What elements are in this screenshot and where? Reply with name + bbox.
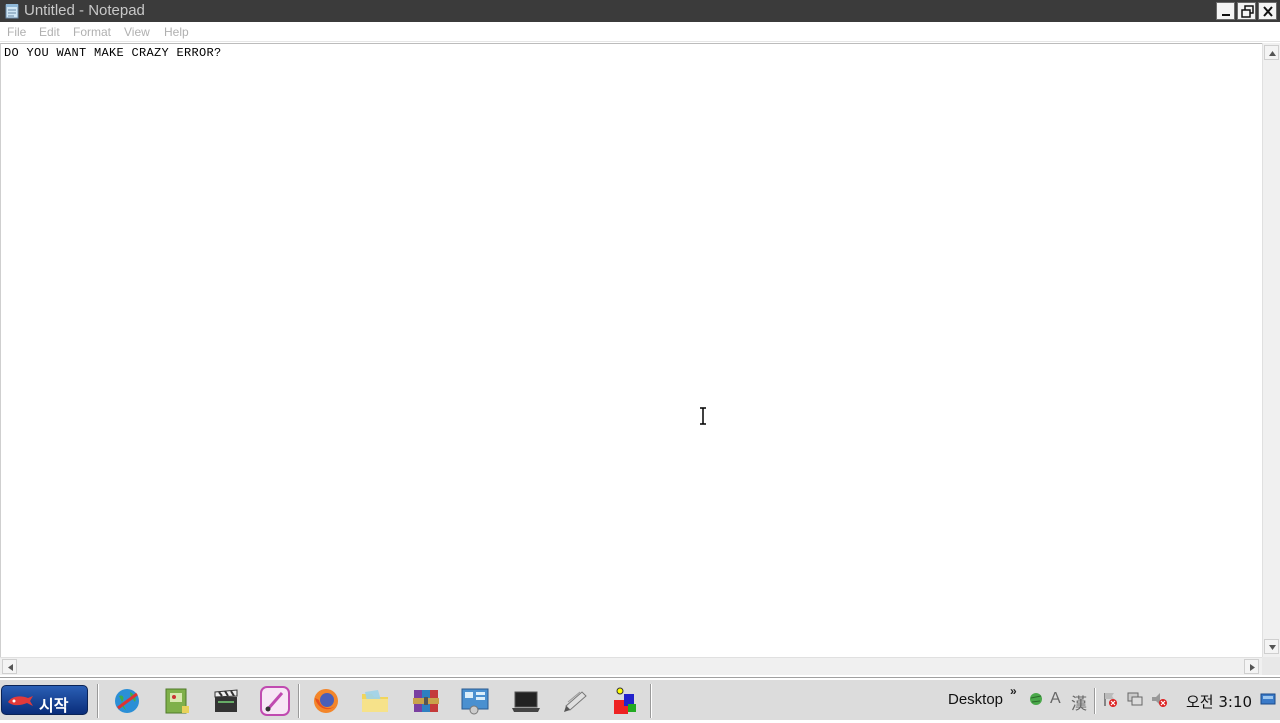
text-editor[interactable]: DO YOU WANT MAKE CRAZY ERROR? [0, 43, 1262, 657]
quicklaunch-folder-map[interactable] [160, 684, 194, 718]
window-title: Untitled - Notepad [24, 2, 145, 19]
quicklaunch-shapes[interactable] [608, 684, 642, 718]
title-bar[interactable]: Untitled - Notepad [0, 0, 1280, 22]
quicklaunch-globe[interactable] [110, 684, 144, 718]
text-cursor-icon [700, 407, 706, 425]
pen-icon [564, 691, 587, 712]
document-text: DO YOU WANT MAKE CRAZY ERROR? [4, 46, 222, 60]
vertical-scrollbar[interactable] [1262, 43, 1280, 657]
menu-bar: File Edit Format View Help [0, 22, 1280, 42]
notepad-icon [5, 3, 19, 19]
start-logo-icon [8, 696, 33, 706]
quicklaunch-paint[interactable] [258, 684, 292, 718]
menu-view[interactable]: View [124, 25, 150, 39]
arrow-down-icon [1269, 645, 1276, 650]
quicklaunch-laptop[interactable] [509, 684, 543, 718]
arrow-left-icon [8, 664, 13, 671]
minimize-icon [1222, 14, 1230, 16]
start-button[interactable]: 시작 [1, 685, 88, 715]
quicklaunch-firefox[interactable] [309, 684, 343, 718]
quicklaunch-clapperboard[interactable] [209, 684, 243, 718]
folder-map-icon [165, 688, 189, 714]
desktop-toolbar-label[interactable]: Desktop [948, 691, 1003, 708]
laptop-icon [512, 691, 540, 712]
menu-help[interactable]: Help [164, 25, 189, 39]
restore-icon [1241, 5, 1254, 18]
clapperboard-icon [214, 689, 238, 712]
volume-muted-icon[interactable] [1150, 690, 1168, 708]
quicklaunch-pen[interactable] [558, 684, 592, 718]
restore-button[interactable] [1237, 2, 1256, 20]
ime-globe-icon[interactable] [1027, 690, 1045, 708]
flag-error-icon[interactable] [1101, 690, 1119, 708]
taskbar-separator [650, 684, 652, 718]
quicklaunch-winrar[interactable] [409, 684, 443, 718]
taskbar: 시작 Desktop » A 漢 오전 3:10 [0, 678, 1280, 720]
start-label: 시작 [39, 696, 69, 715]
ime-alpha-indicator[interactable]: A [1050, 690, 1061, 708]
firefox-icon [314, 689, 338, 713]
scroll-right-button[interactable] [1244, 659, 1259, 674]
quicklaunch-control-panel[interactable] [458, 684, 492, 718]
globe-icon [115, 689, 139, 713]
scroll-left-button[interactable] [2, 659, 17, 674]
arrow-right-icon [1250, 664, 1255, 671]
scroll-corner [1262, 657, 1280, 675]
scroll-up-button[interactable] [1264, 45, 1279, 60]
shapes-icon [614, 687, 636, 714]
taskbar-separator [298, 684, 300, 718]
winrar-icon [413, 690, 439, 712]
scroll-down-button[interactable] [1264, 639, 1279, 654]
close-icon [1263, 6, 1273, 17]
quicklaunch-folder[interactable] [358, 684, 392, 718]
close-button[interactable] [1258, 2, 1277, 20]
menu-file[interactable]: File [7, 25, 26, 39]
clock[interactable]: 오전 3:10 [1186, 691, 1252, 712]
arrow-up-icon [1269, 51, 1276, 56]
menu-format[interactable]: Format [73, 25, 111, 39]
network-icon[interactable] [1126, 690, 1144, 708]
taskbar-separator [97, 684, 99, 718]
show-desktop-icon[interactable] [1260, 692, 1276, 706]
toolbar-chevron[interactable]: » [1010, 684, 1017, 698]
tray-separator [1094, 688, 1096, 714]
horizontal-scrollbar[interactable] [0, 657, 1262, 675]
control-panel-icon [461, 688, 489, 715]
ime-hanja-indicator[interactable]: 漢 [1071, 690, 1087, 714]
folder-icon [362, 690, 388, 712]
minimize-button[interactable] [1216, 2, 1235, 20]
paint-icon [260, 686, 290, 716]
menu-edit[interactable]: Edit [39, 25, 60, 39]
